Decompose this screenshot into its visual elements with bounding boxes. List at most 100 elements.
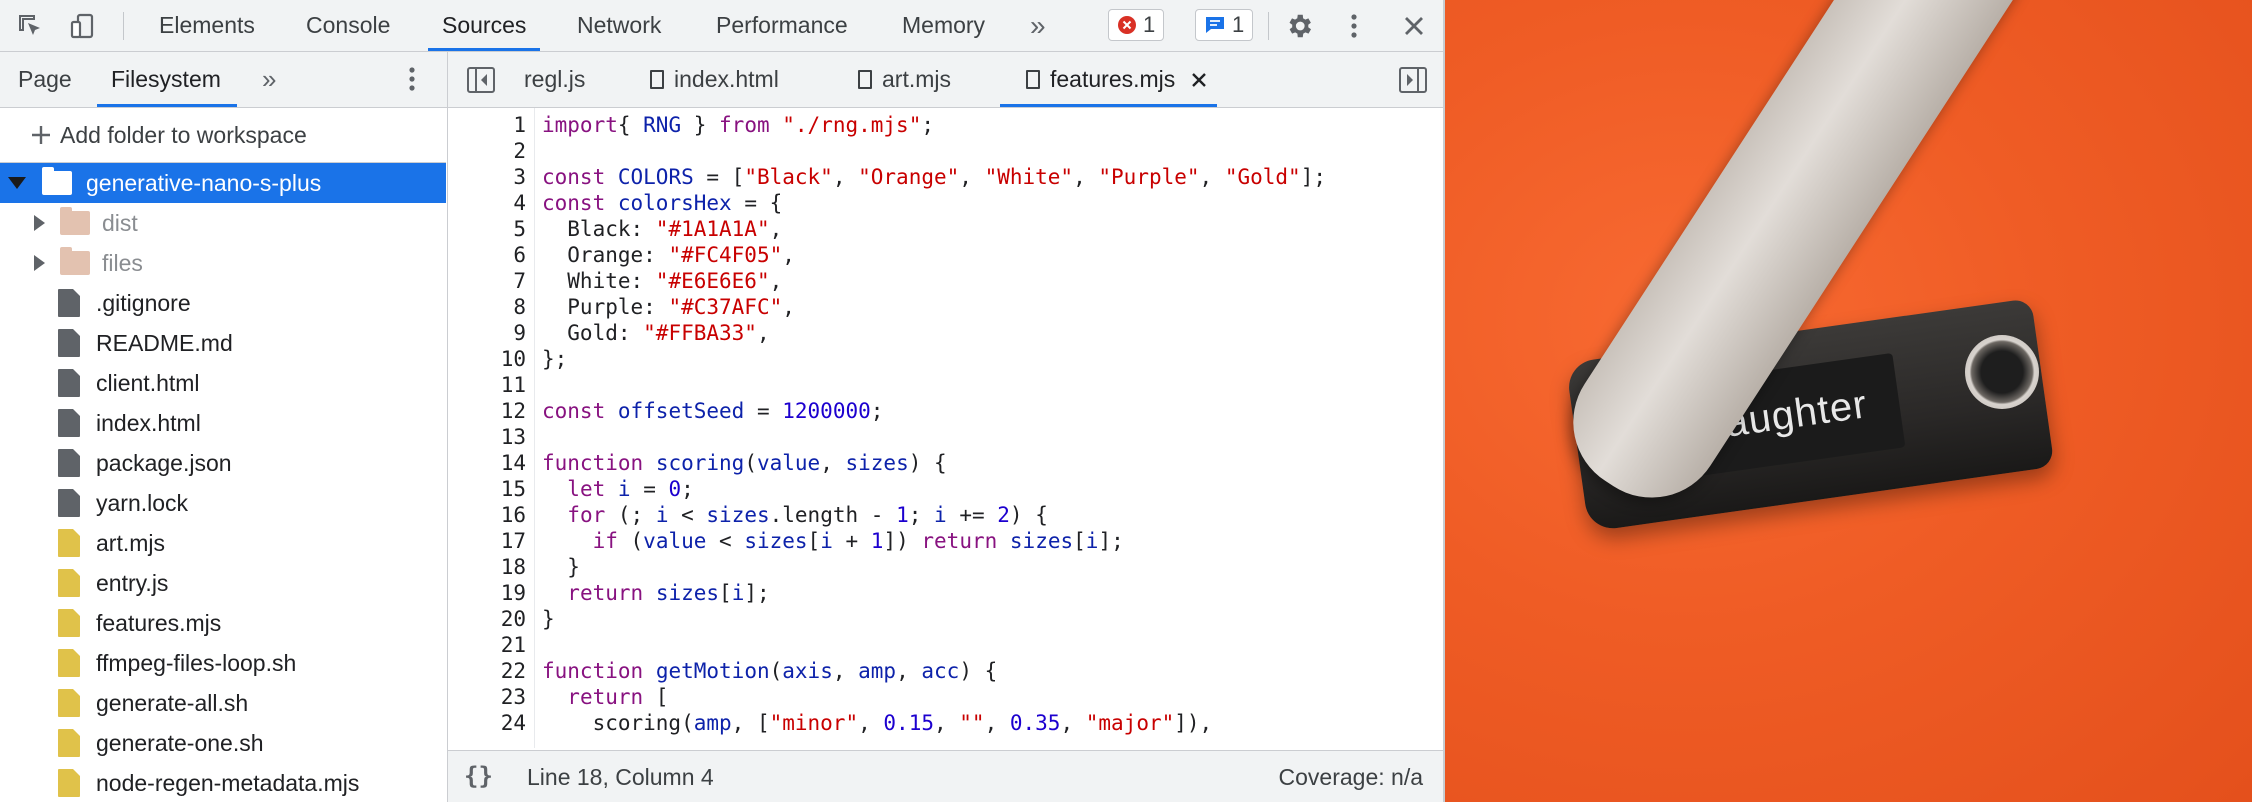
editor-tab-art[interactable]: art.mjs (858, 52, 951, 107)
line-number[interactable]: 18 (448, 554, 526, 580)
code-line[interactable]: 17 if (value < sizes[i + 1]) return size… (448, 528, 1443, 554)
tree-file[interactable]: art.mjs (0, 523, 446, 563)
navigator-menu-icon[interactable] (408, 65, 416, 98)
line-number[interactable]: 5 (448, 216, 526, 242)
code-line[interactable]: 6 Orange: "#FC4F05", (448, 242, 1443, 268)
file-icon (58, 649, 80, 677)
line-number[interactable]: 15 (448, 476, 526, 502)
add-folder-button[interactable]: Add folder to workspace (0, 108, 446, 163)
line-number[interactable]: 14 (448, 450, 526, 476)
code-line[interactable]: 18 } (448, 554, 1443, 580)
tab-sources[interactable]: Sources (427, 0, 541, 51)
tab-page[interactable]: Page (18, 52, 72, 107)
code-line[interactable]: 10}; (448, 346, 1443, 372)
errors-badge[interactable]: 1 (1108, 9, 1165, 41)
tab-memory[interactable]: Memory (902, 0, 985, 51)
line-number[interactable]: 3 (448, 164, 526, 190)
line-number[interactable]: 13 (448, 424, 526, 450)
line-number[interactable]: 20 (448, 606, 526, 632)
editor-tab-regl[interactable]: regl.js (524, 52, 585, 107)
line-number[interactable]: 19 (448, 580, 526, 606)
code-line[interactable]: 12 const offsetSeed = 1200000; (448, 398, 1443, 424)
line-number[interactable]: 9 (448, 320, 526, 346)
inspect-element-icon[interactable] (14, 10, 46, 42)
expand-arrow-icon[interactable] (8, 177, 26, 189)
tree-file[interactable]: client.html (0, 363, 446, 403)
tree-folder-dist[interactable]: dist (0, 203, 446, 243)
tree-file[interactable]: .gitignore (0, 283, 446, 323)
tab-performance[interactable]: Performance (716, 0, 848, 51)
line-number[interactable]: 12 (448, 398, 526, 424)
code-line[interactable]: 22 function getMotion(axis, amp, acc) { (448, 658, 1443, 684)
line-number[interactable]: 21 (448, 632, 526, 658)
line-number[interactable]: 22 (448, 658, 526, 684)
code-line[interactable]: 5 Black: "#1A1A1A", (448, 216, 1443, 242)
more-tabs-button[interactable]: » (1030, 0, 1046, 51)
navigator-more-tabs[interactable]: » (262, 52, 276, 107)
collapsed-arrow-icon[interactable] (34, 255, 45, 271)
code-line[interactable]: 11 (448, 372, 1443, 398)
code-line[interactable]: 24 scoring(amp, ["minor", 0.15, "", 0.35… (448, 710, 1443, 736)
close-tab-icon[interactable] (1191, 72, 1207, 88)
line-number[interactable]: 16 (448, 502, 526, 528)
file-icon (58, 489, 80, 517)
code-line[interactable]: 15 let i = 0; (448, 476, 1443, 502)
close-devtools-icon[interactable] (1398, 10, 1430, 42)
devtools-toolbar: Elements Console Sources Network Perform… (0, 0, 1443, 52)
tree-folder-files[interactable]: files (0, 243, 446, 283)
messages-badge[interactable]: 1 (1195, 9, 1254, 41)
line-number[interactable]: 24 (448, 710, 526, 736)
tab-elements[interactable]: Elements (159, 0, 255, 51)
code-line[interactable]: 1 import{ RNG } from "./rng.mjs"; (448, 112, 1443, 138)
line-number[interactable]: 10 (448, 346, 526, 372)
code-line[interactable]: 21 (448, 632, 1443, 658)
tab-console[interactable]: Console (306, 0, 390, 51)
code-line[interactable]: 23 return [ (448, 684, 1443, 710)
code-line[interactable]: 7 White: "#E6E6E6", (448, 268, 1443, 294)
tree-file[interactable]: README.md (0, 323, 446, 363)
code-line[interactable]: 13 (448, 424, 1443, 450)
editor-tab-features[interactable]: features.mjs (999, 52, 1218, 107)
editor-tab-index-html[interactable]: index.html (650, 52, 779, 107)
line-number[interactable]: 1 (448, 112, 526, 138)
line-number[interactable]: 4 (448, 190, 526, 216)
code-editor[interactable]: 1 import{ RNG } from "./rng.mjs"; 2 3 const … (448, 108, 1443, 752)
code-line[interactable]: 16 for (; i < sizes.length - 1; i += 2) … (448, 502, 1443, 528)
line-number[interactable]: 2 (448, 138, 526, 164)
tree-file[interactable]: generate-all.sh (0, 683, 446, 723)
line-number[interactable]: 8 (448, 294, 526, 320)
code-line[interactable]: 2 (448, 138, 1443, 164)
line-number[interactable]: 17 (448, 528, 526, 554)
tree-file[interactable]: index.html (0, 403, 446, 443)
tab-filesystem[interactable]: Filesystem (97, 52, 237, 107)
pretty-print-button[interactable]: {} (464, 762, 493, 790)
code-line[interactable]: 3 const COLORS = ["Black", "Orange", "Whi… (448, 164, 1443, 190)
collapsed-arrow-icon[interactable] (34, 215, 45, 231)
line-number[interactable]: 6 (448, 242, 526, 268)
toggle-navigator-icon[interactable] (466, 66, 496, 99)
line-content: if (value < sizes[i + 1]) return sizes[i… (592, 529, 1124, 553)
tree-file[interactable]: package.json (0, 443, 446, 483)
tree-file[interactable]: features.mjs (0, 603, 446, 643)
tree-file[interactable]: generate-one.sh (0, 723, 446, 763)
device-toolbar-icon[interactable] (67, 10, 99, 42)
tree-file[interactable]: entry.js (0, 563, 446, 603)
settings-gear-icon[interactable] (1283, 10, 1315, 42)
code-line[interactable]: 8 Purple: "#C37AFC", (448, 294, 1443, 320)
code-line[interactable]: 20} (448, 606, 1443, 632)
tree-file[interactable]: node-regen-metadata.mjs (0, 763, 446, 802)
plus-icon (32, 126, 50, 144)
code-line[interactable]: 14 function scoring(value, sizes) { (448, 450, 1443, 476)
tree-folder-root[interactable]: generative-nano-s-plus (0, 163, 446, 203)
code-line[interactable]: 4 const colorsHex = { (448, 190, 1443, 216)
line-number[interactable]: 7 (448, 268, 526, 294)
tree-file[interactable]: yarn.lock (0, 483, 446, 523)
tab-network[interactable]: Network (577, 0, 661, 51)
code-line[interactable]: 9 Gold: "#FFBA33", (448, 320, 1443, 346)
code-line[interactable]: 19 return sizes[i]; (448, 580, 1443, 606)
tree-file[interactable]: ffmpeg-files-loop.sh (0, 643, 446, 683)
more-options-icon[interactable] (1338, 10, 1370, 42)
line-number[interactable]: 11 (448, 372, 526, 398)
line-number[interactable]: 23 (448, 684, 526, 710)
toggle-debugger-icon[interactable] (1398, 66, 1428, 99)
